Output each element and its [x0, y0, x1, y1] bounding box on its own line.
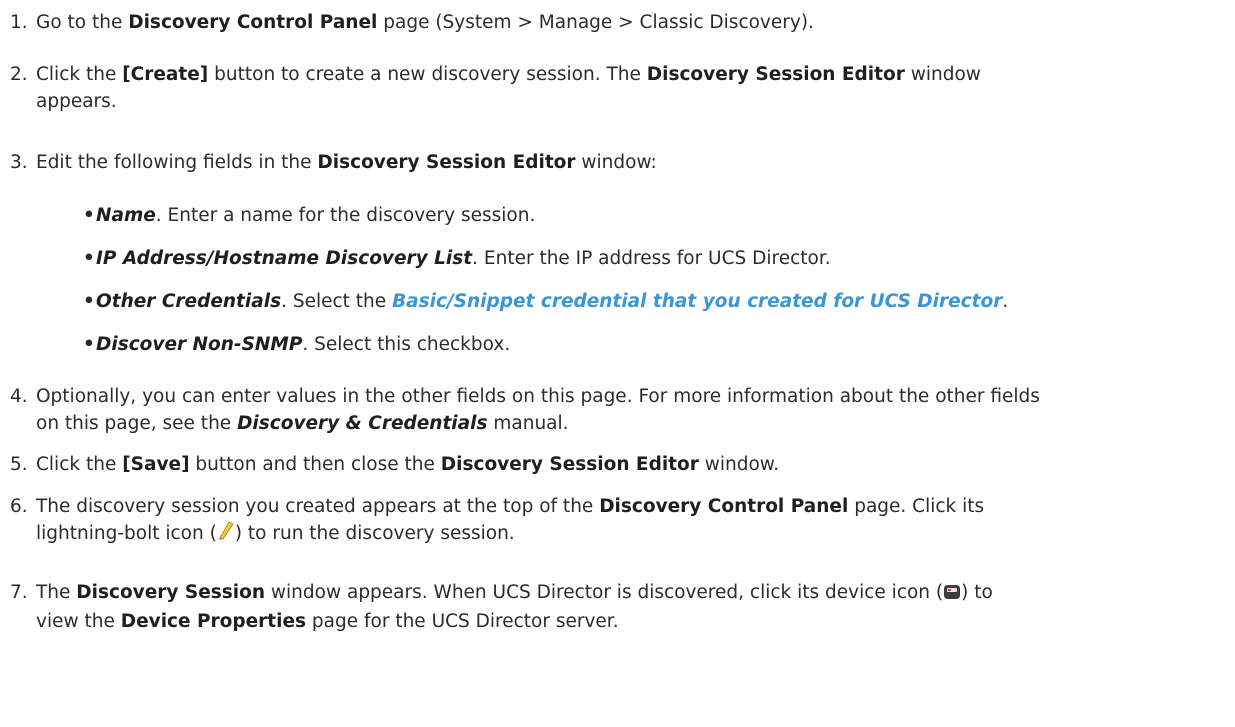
window-name: Discovery Session [76, 582, 266, 603]
bullet-item: • Name. Enter a name for the discovery se… [83, 205, 536, 226]
page-name: Discovery Control Panel [128, 12, 378, 33]
field-name: IP Address/Hostname Discovery List [96, 248, 473, 269]
page-name: Discovery Control Panel [599, 496, 849, 517]
window-name: Discovery Session Editor [646, 64, 905, 85]
field-name: Other Credentials [96, 291, 282, 312]
credential-link[interactable]: Basic/Snippet credential that you create… [392, 291, 1002, 312]
step-4: 4. Optionally, you can enter values in th… [10, 386, 1040, 434]
window-name: Discovery Session Editor [317, 152, 576, 173]
window-name: Discovery Session Editor [440, 454, 699, 475]
field-name: Discover Non-SNMP [96, 334, 303, 355]
step-6: 6. The discovery session you created appe… [10, 493, 1223, 549]
button-name: [Save] [122, 454, 190, 475]
device-icon [944, 581, 961, 608]
field-name: Name [96, 205, 156, 226]
lightning-bolt-icon [218, 521, 234, 549]
manual-name: Discovery & Credentials [237, 413, 488, 434]
step-2: 2. Click the [Create] button to create a … [10, 64, 981, 112]
step-3: 3. Edit the following fields in the Disco… [10, 152, 657, 173]
step-1: 1. Go to the Discovery Control Panel page… [10, 12, 814, 33]
step-5: 5. Click the [Save] button and then close… [10, 454, 780, 475]
button-name: [Create] [122, 64, 209, 85]
bullet-item: • Other Credentials. Select the Basic/Sni… [83, 291, 1009, 312]
step-7: 7. The Discovery Session window appears. … [10, 581, 993, 632]
bullet-item: • IP Address/Hostname Discovery List. Ent… [83, 248, 831, 269]
page-name: Device Properties [120, 611, 307, 632]
bullet-item: • Discover Non-SNMP. Select this checkbox… [83, 334, 511, 355]
